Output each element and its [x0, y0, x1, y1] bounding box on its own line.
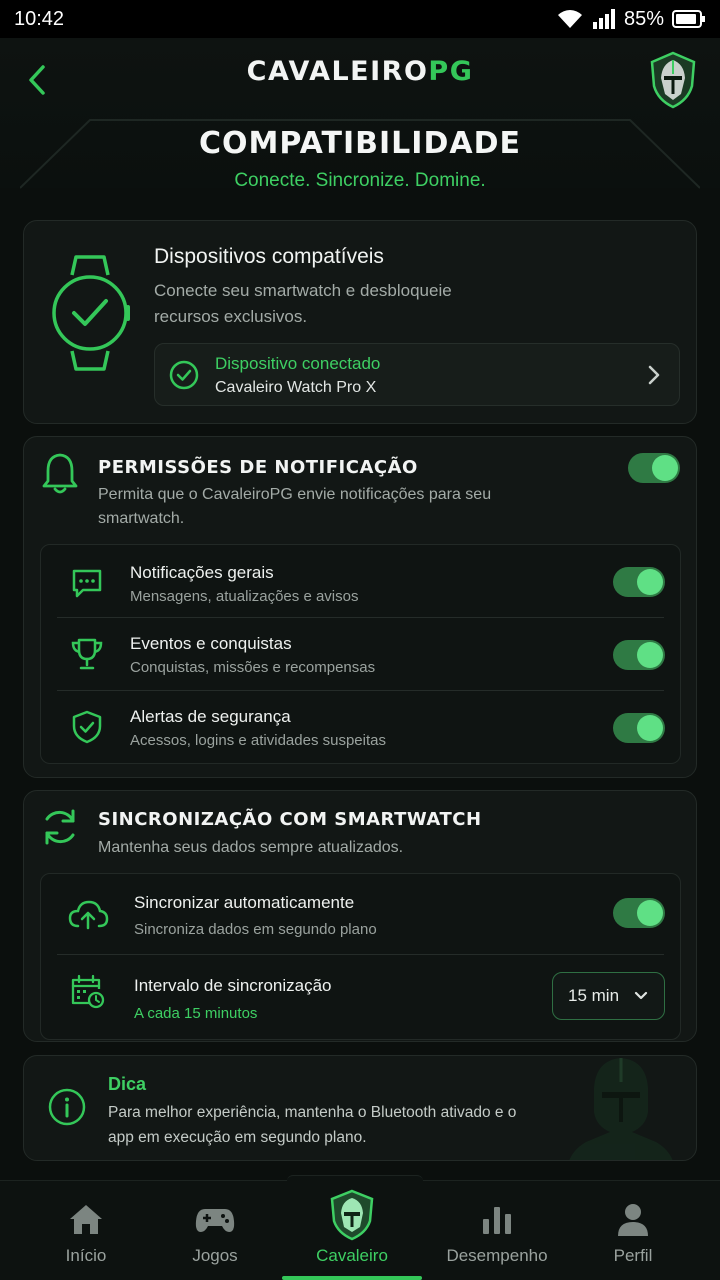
item-title: Sincronizar automaticamente: [134, 893, 355, 912]
toggle-knob: [637, 715, 663, 741]
notification-options-list: Notificações gerais Mensagens, atualizaç…: [40, 544, 681, 764]
sync-icon: [45, 809, 75, 845]
device-name: Cavaleiro Watch Pro X: [215, 379, 377, 396]
toggle-general-notifications[interactable]: [613, 567, 665, 597]
notifications-description: Permita que o CavaleiroPG envie notifica…: [98, 486, 492, 527]
item-subtitle: Mensagens, atualizações e avisos: [130, 588, 359, 605]
toggle-auto-sync[interactable]: [613, 898, 665, 928]
chevron-right-icon: [648, 365, 660, 385]
nav-label: Desempenho: [446, 1246, 548, 1265]
bar-chart-icon: [483, 1207, 511, 1234]
signal-icon: [592, 9, 615, 29]
nav-item-inicio[interactable]: Início: [14, 1181, 158, 1280]
battery-percent: 85%: [623, 7, 664, 30]
sync-title: SINCRONIZAÇÃO COM SMARTWATCH: [98, 809, 482, 830]
item-subtitle: A cada 15 minutos: [134, 1005, 258, 1022]
bell-icon: [42, 453, 78, 494]
knight-helmet-icon[interactable]: [648, 50, 698, 110]
cloud-upload-icon: [68, 900, 109, 930]
list-item: Alertas de segurança Acessos, logins e a…: [41, 691, 680, 764]
toggle-knob: [637, 900, 663, 926]
active-tab-indicator: [282, 1276, 422, 1280]
tip-card: Dica Para melhor experiência, mantenha o…: [23, 1055, 697, 1161]
notifications-title: PERMISSÕES DE NOTIFICAÇÃO: [98, 457, 418, 478]
nav-item-jogos[interactable]: Jogos: [143, 1181, 287, 1280]
knight-illustration: [569, 1058, 673, 1160]
page-title: COMPATIBILIDADE: [199, 126, 521, 161]
page-subtitle: Conecte. Sincronize. Domine.: [234, 170, 486, 191]
devices-title: Dispositivos compatíveis: [154, 245, 384, 268]
toggle-events-achievements[interactable]: [613, 640, 665, 670]
item-title: Intervalo de sincronização: [134, 976, 332, 995]
sync-description: Mantenha seus dados sempre atualizados.: [98, 839, 404, 856]
info-icon: [48, 1088, 86, 1126]
smartwatch-icon: [52, 255, 130, 371]
nav-label: Perfil: [613, 1246, 653, 1265]
smartwatch-sync-card: SINCRONIZAÇÃO COM SMARTWATCH Mantenha se…: [23, 790, 697, 1042]
item-subtitle: Acessos, logins e atividades suspeitas: [130, 732, 386, 749]
item-subtitle: Sincroniza dados em segundo plano: [134, 921, 377, 938]
connected-device-row[interactable]: Dispositivo conectado Cavaleiro Watch Pr…: [154, 343, 680, 406]
item-title: Alertas de segurança: [130, 707, 291, 726]
toggle-security-alerts[interactable]: [613, 713, 665, 743]
status-time: 10:42: [14, 7, 65, 30]
chat-icon: [72, 569, 102, 598]
trophy-icon: [71, 638, 103, 670]
wifi-icon: [557, 10, 582, 28]
shield-icon: [72, 710, 102, 744]
list-item: Sincronizar automaticamente Sincroniza d…: [41, 874, 680, 955]
home-icon: [70, 1205, 102, 1234]
sync-interval-value: 15 min: [568, 986, 620, 1005]
nav-label: Jogos: [192, 1246, 238, 1265]
item-title: Eventos e conquistas: [130, 634, 292, 653]
bottom-navigation: Início Jogos Cavaleiro Desempenho Perfil: [0, 1175, 720, 1280]
tip-text: Para melhor experiência, mantenha o Blue…: [108, 1104, 517, 1146]
sync-interval-select[interactable]: 15 min: [552, 972, 665, 1020]
notifications-master-toggle[interactable]: [628, 453, 680, 483]
battery-icon: [672, 10, 705, 28]
toggle-knob: [652, 455, 678, 481]
nav-item-desempenho[interactable]: Desempenho: [425, 1181, 569, 1280]
knight-shield-icon: [330, 1189, 374, 1241]
notification-permissions-card: PERMISSÕES DE NOTIFICAÇÃO Permita que o …: [23, 436, 697, 778]
status-bar: 10:42 85%: [0, 0, 720, 38]
nav-item-perfil[interactable]: Perfil: [561, 1181, 705, 1280]
nav-label: Cavaleiro: [316, 1246, 388, 1265]
list-item: Notificações gerais Mensagens, atualizaç…: [41, 545, 680, 618]
nav-label: Início: [65, 1246, 107, 1265]
compatible-devices-card: Dispositivos compatíveis Conecte seu sma…: [23, 220, 697, 424]
device-status-label: Dispositivo conectado: [215, 354, 381, 373]
devices-description: Conecte seu smartwatch e desbloqueie rec…: [154, 281, 452, 326]
nav-item-cavaleiro[interactable]: Cavaleiro: [280, 1181, 424, 1280]
calendar-clock-icon: [71, 974, 105, 1009]
header: CAVALEIROPG COMPATIBILIDADE Conecte. Sin…: [0, 38, 720, 191]
brand-logo-text: CAVALEIROPG: [0, 56, 720, 87]
tip-title: Dica: [108, 1074, 147, 1094]
brand-accent: PG: [428, 56, 474, 87]
toggle-knob: [637, 569, 663, 595]
sync-options-list: Sincronizar automaticamente Sincroniza d…: [40, 873, 681, 1040]
user-icon: [618, 1204, 648, 1236]
toggle-knob: [637, 642, 663, 668]
brand-main: CAVALEIRO: [246, 56, 429, 87]
item-title: Notificações gerais: [130, 563, 274, 582]
check-circle-icon: [169, 360, 199, 390]
gamepad-icon: [195, 1209, 235, 1232]
chevron-down-icon: [634, 991, 648, 1000]
list-item: Eventos e conquistas Conquistas, missões…: [41, 618, 680, 691]
item-subtitle: Conquistas, missões e recompensas: [130, 659, 376, 676]
